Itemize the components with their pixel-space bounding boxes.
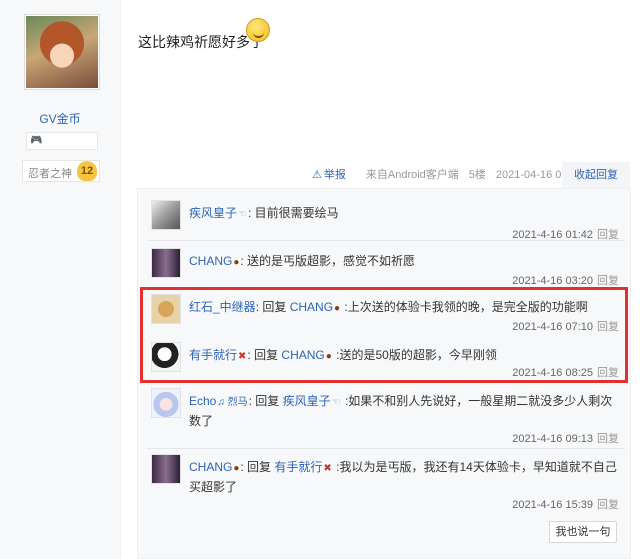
chestnut-icon: ● — [233, 257, 240, 268]
reply-prefix: : 回复 — [240, 460, 275, 474]
reply-username[interactable]: 疾风皇子 — [189, 206, 237, 220]
reply-item: Echo♫ 烈马: 回复 疾风皇子☜ :如果不和别人先说好，一般星期二就没多少人… — [147, 388, 625, 446]
reply-body: CHANG●: 送的是丐版超影，感觉不如祈愿 — [189, 252, 621, 272]
reply-username[interactable]: CHANG — [189, 254, 232, 268]
pointer-hand-icon: ☜ — [238, 209, 247, 220]
reply-body: Echo♫ 烈马: 回复 疾风皇子☜ :如果不和别人先说好，一般星期二就没多少人… — [189, 392, 621, 430]
reply-meta: 2021-4-16 15:39 回复 — [512, 496, 619, 512]
reply-button[interactable]: 回复 — [597, 499, 619, 511]
post-source: 来自Android客户端 — [365, 169, 459, 181]
divider — [147, 448, 625, 449]
reply-time: 2021-4-16 09:13 — [512, 433, 593, 445]
reply-avatar[interactable] — [151, 200, 181, 230]
reply-target[interactable]: 疾风皇子 — [283, 394, 331, 408]
smile-emoji-icon — [246, 18, 270, 42]
reply-prefix: : 回复 — [248, 394, 283, 408]
avatar-image — [26, 16, 98, 88]
highlight-box — [140, 287, 628, 383]
reply-username[interactable]: CHANG — [189, 460, 232, 474]
reply-time: 2021-4-16 15:39 — [512, 499, 593, 511]
reply-item: CHANG●: 回复 有手就行✖ :我以为是丐版，我还有14天体验卡，早知道就不… — [147, 454, 625, 512]
reply-body: 疾风皇子☜: 目前很需要绘马 — [189, 204, 621, 224]
reply-text: : 送的是丐版超影，感觉不如祈愿 — [240, 254, 416, 268]
reply-avatar[interactable] — [151, 388, 181, 418]
level-badge[interactable]: 忍者之神 12 — [22, 160, 100, 182]
warning-icon: ⚠ — [312, 169, 322, 181]
reply-meta: 2021-4-16 03:20 回复 — [512, 272, 619, 288]
reply-time: 2021-4-16 03:20 — [512, 275, 593, 287]
reply-text: : 目前很需要绘马 — [247, 206, 339, 220]
author-name[interactable]: GV金币 — [0, 110, 120, 127]
level-title: 忍者之神 — [28, 167, 72, 180]
post-floor: 5楼 — [468, 169, 486, 181]
reply-item: CHANG●: 送的是丐版超影，感觉不如祈愿 2021-4-16 03:20 回复 — [147, 248, 625, 288]
badge-box[interactable]: 🎮 — [26, 132, 98, 150]
reply-avatar[interactable] — [151, 454, 181, 484]
level-number: 12 — [77, 161, 97, 181]
say-something-button[interactable]: 我也说一句 — [549, 521, 617, 543]
reply-button[interactable]: 回复 — [597, 433, 619, 445]
chestnut-icon: ● — [233, 463, 240, 474]
post-tail: ⚠ 举报 来自Android客户端 5楼 2021-04-16 01:29 — [312, 166, 593, 184]
collapse-replies-button[interactable]: 收起回复 — [562, 162, 630, 188]
cross-mark-icon: ✖ — [323, 463, 332, 474]
post-content: 这比辣鸡祈愿好多了 — [138, 34, 264, 50]
reply-body: CHANG●: 回复 有手就行✖ :我以为是丐版，我还有14天体验卡，早知道就不… — [189, 458, 621, 496]
reply-username[interactable]: Echo — [189, 394, 216, 408]
music-note-icon: ♫ 烈马 — [217, 397, 248, 408]
reply-target[interactable]: 有手就行 — [274, 460, 322, 474]
pointer-hand-icon: ☜ — [331, 397, 341, 408]
reply-button[interactable]: 回复 — [597, 275, 619, 287]
report-link[interactable]: ⚠ 举报 — [312, 169, 356, 181]
reply-meta: 2021-4-16 09:13 回复 — [512, 430, 619, 446]
gamepad-icon: 🎮 — [30, 135, 43, 146]
author-avatar[interactable] — [24, 14, 100, 90]
author-column: GV金币 🎮 忍者之神 12 — [0, 0, 121, 559]
divider — [147, 240, 625, 241]
reply-avatar[interactable] — [151, 248, 181, 278]
